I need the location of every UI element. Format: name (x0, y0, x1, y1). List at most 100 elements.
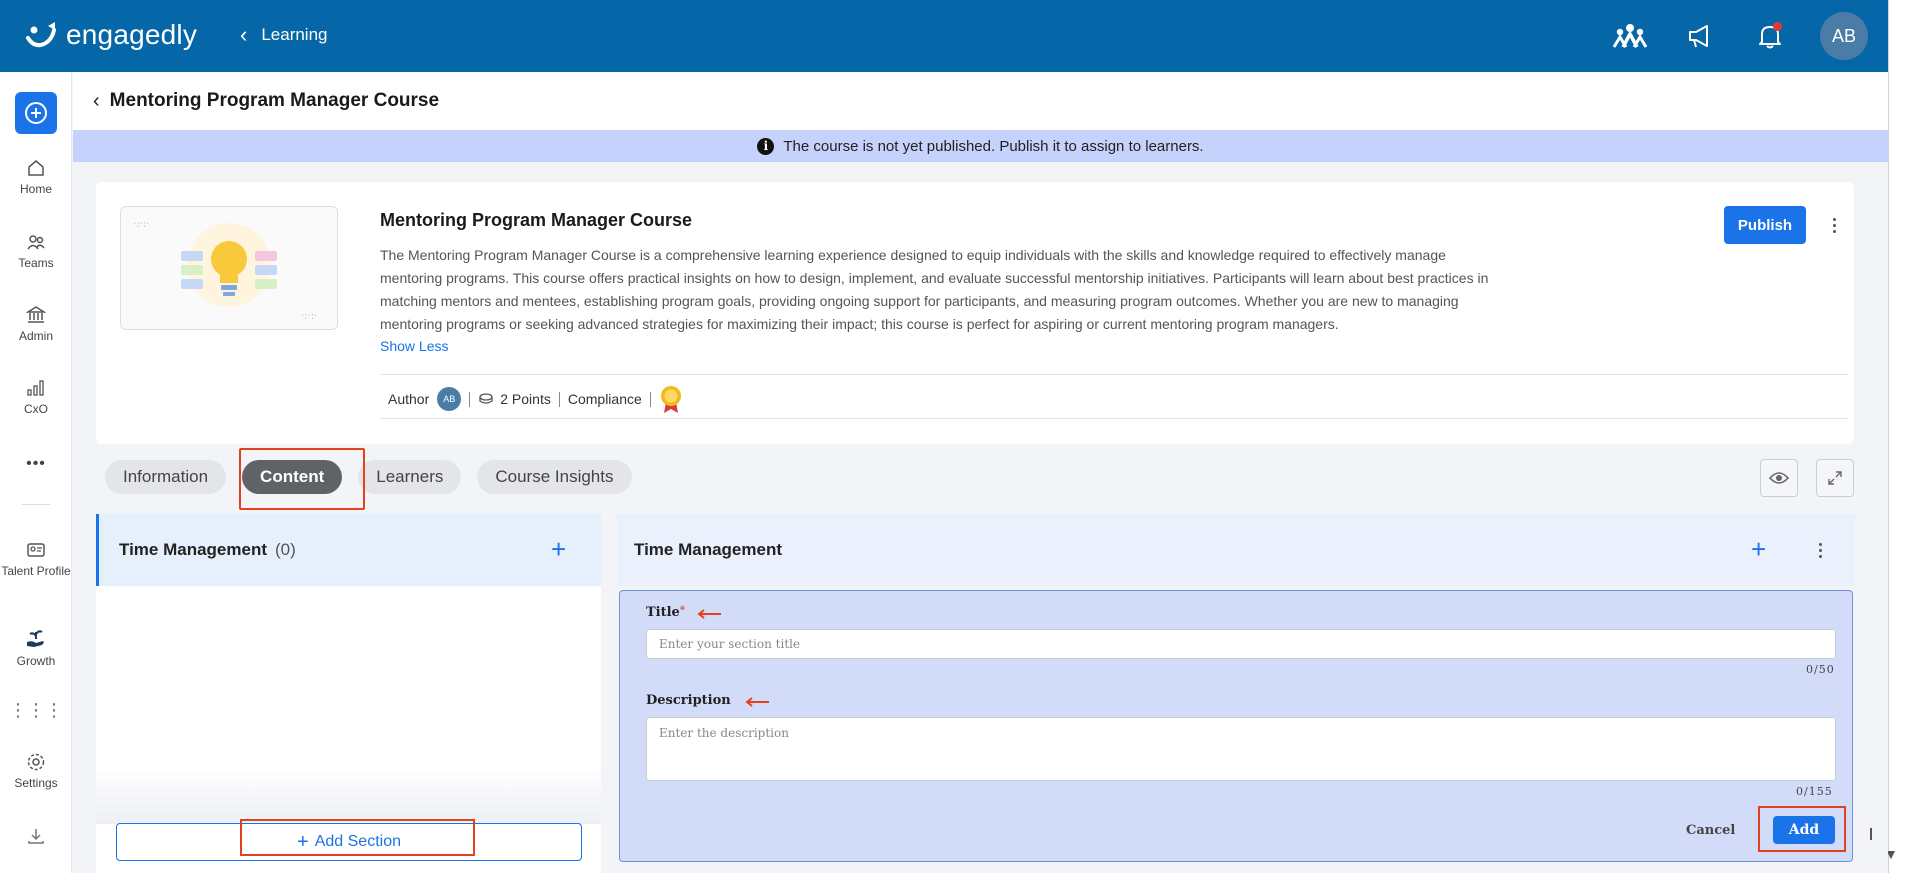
section-item[interactable]: Time Management (0) + (96, 514, 601, 586)
sidebar-item-label: Growth (16, 654, 56, 668)
sidebar-item-label: Home (19, 182, 52, 196)
gear-icon (27, 753, 45, 771)
new-section-form: Title* 0/50 Description 0/155 Cancel Add (619, 590, 1853, 862)
section-description-input[interactable] (646, 717, 1836, 781)
course-name: Mentoring Program Manager Course (380, 210, 693, 230)
notification-dot (1773, 22, 1782, 31)
course-meta: Author AB 2 Points Compliance (388, 384, 683, 414)
plus-icon: + (297, 830, 309, 853)
section-title-input[interactable] (646, 629, 1836, 659)
text-cursor (1870, 828, 1872, 840)
section-count: (0) (275, 540, 296, 559)
section-editor-panel: Time Management + Title* 0/50 Descriptio… (617, 514, 1855, 873)
course-more-menu-icon[interactable] (1824, 208, 1844, 242)
engagedly-logo-mark (26, 22, 56, 48)
sidebar-divider (22, 504, 50, 505)
add-lesson-plus-icon[interactable]: + (551, 534, 566, 564)
category-label: Compliance (567, 391, 642, 407)
window-scrollbar-track[interactable] (1888, 0, 1909, 873)
sidebar-item-cxo[interactable]: CxO (0, 378, 72, 416)
divider (380, 374, 1848, 375)
more-options-icon[interactable]: ••• (0, 455, 72, 473)
publish-button[interactable]: Publish (1724, 206, 1806, 244)
logo-text: engagedly (66, 19, 198, 50)
expand-button[interactable] (1816, 459, 1854, 497)
description-field-label: Description (646, 693, 731, 708)
top-navigation-bar: engagedly ‹ Learning AB (0, 0, 1888, 72)
chevron-left-icon: ‹ (240, 22, 248, 47)
eye-icon (1769, 472, 1789, 484)
user-avatar[interactable]: AB (1820, 12, 1868, 60)
add-section-button[interactable]: + Add Section (116, 823, 582, 861)
tab-information[interactable]: Information (105, 460, 227, 494)
description-char-count: 0/155 (1796, 785, 1833, 798)
meta-divider (469, 391, 471, 407)
back-to-learning-link[interactable]: ‹ Learning (240, 22, 328, 48)
tab-content[interactable]: Content (242, 460, 343, 494)
left-sidebar: Home Teams Admin CxO ••• Talent Profile … (0, 72, 72, 873)
points-value: 2 Points (500, 391, 551, 407)
bell-icon[interactable] (1750, 16, 1790, 56)
divider (380, 418, 1848, 419)
sidebar-item-settings[interactable]: Settings (0, 752, 72, 790)
course-summary-card: ·:·:· ·:·:· Mentoring Program Manager Co… (96, 182, 1854, 444)
tab-course-insights[interactable]: Course Insights (477, 460, 632, 494)
author-label: Author (388, 391, 430, 407)
unpublished-banner: i The course is not yet published. Publi… (73, 130, 1888, 162)
back-chevron-icon[interactable]: ‹ (93, 90, 100, 113)
info-icon: i (757, 137, 775, 155)
sidebar-item-teams[interactable]: Teams (0, 232, 72, 270)
teams-icon (27, 235, 45, 250)
sidebar-item-home[interactable]: Home (0, 158, 72, 196)
chart-icon (27, 380, 44, 396)
sections-panel: Time Management (0) + + Add Section (96, 514, 601, 873)
sidebar-item-talent-profile[interactable]: Talent Profile (0, 540, 72, 578)
page-title: Mentoring Program Manager Course (109, 90, 440, 111)
apps-grid-icon[interactable]: ⋮⋮⋮ (0, 700, 72, 721)
meta-divider (649, 391, 651, 407)
lightbulb-illustration: ·:·:· ·:·:· (133, 219, 317, 322)
sidebar-item-growth[interactable]: Growth (0, 628, 72, 668)
create-new-button[interactable] (15, 92, 57, 134)
coins-icon (479, 393, 493, 404)
panel-fade (96, 764, 601, 824)
sidebar-item-label: CxO (24, 402, 48, 416)
growth-icon (27, 630, 44, 647)
add-button[interactable]: Add (1773, 816, 1835, 844)
sidebar-item-label: Admin (18, 329, 53, 343)
course-thumbnail: ·:·:· ·:·:· (120, 206, 338, 330)
add-content-plus-icon[interactable]: + (1751, 534, 1766, 564)
tab-learners[interactable]: Learners (358, 460, 462, 494)
top-actions: AB (1610, 0, 1888, 72)
section-title: Time Management (119, 540, 268, 559)
author-avatar[interactable]: AB (437, 387, 462, 411)
people-icon[interactable] (1610, 16, 1650, 56)
annotation-arrow-icon (697, 609, 721, 619)
sidebar-item-label: Teams (18, 256, 54, 270)
sidebar-item-label: Settings (14, 776, 58, 790)
badge-award-icon[interactable] (659, 384, 683, 414)
title-field-label: Title* (646, 605, 686, 620)
back-to-learning-label: Learning (261, 25, 328, 44)
course-description: The Mentoring Program Manager Course is … (380, 247, 1489, 332)
megaphone-icon[interactable] (1680, 16, 1720, 56)
engagedly-logo[interactable]: engagedly (24, 18, 197, 52)
title-char-count: 0/50 (1806, 663, 1835, 676)
meta-divider (558, 391, 560, 407)
sidebar-item-label: Talent Profile (1, 564, 71, 578)
download-icon[interactable] (0, 826, 72, 850)
annotation-arrow-icon (745, 697, 769, 707)
section-editor-title: Time Management (634, 540, 783, 559)
plus-circle-icon (25, 102, 47, 124)
preview-button[interactable] (1760, 459, 1798, 497)
show-less-link[interactable]: Show Less (380, 338, 448, 354)
cancel-button[interactable]: Cancel (1686, 823, 1735, 838)
id-card-icon (27, 543, 45, 557)
banner-text: The course is not yet published. Publish… (783, 137, 1204, 155)
sidebar-item-admin[interactable]: Admin (0, 305, 72, 343)
section-more-menu-icon[interactable] (1813, 534, 1827, 566)
admin-icon (26, 306, 46, 323)
svg-text:·:·:·: ·:·:· (301, 311, 317, 322)
section-editor-header: Time Management + (617, 514, 1855, 586)
page-header: ‹ Mentoring Program Manager Course (73, 72, 1888, 130)
